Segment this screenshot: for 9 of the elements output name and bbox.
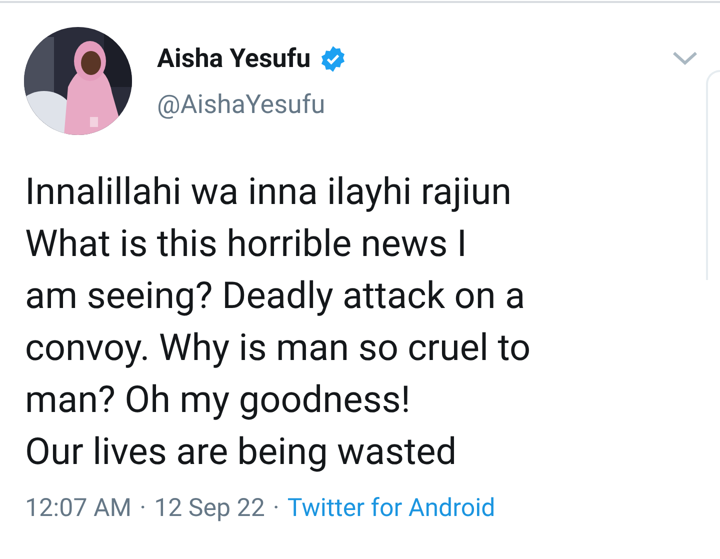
separator: ·	[140, 493, 146, 525]
author-name[interactable]: Aisha Yesufu	[157, 43, 311, 75]
separator: ·	[272, 493, 280, 525]
tweet-text: Innalillahi wa inna ilayhi rajiun What is this horrible news I am seeing? Deadly attack on a convoy. Why is man so cruel to man? Oh my goodness! Our lives are being wasted	[25, 170, 531, 476]
tweet-time: 12:07 AM	[25, 493, 132, 525]
chevron-icon[interactable]	[672, 50, 698, 66]
source-link[interactable]: Twitter for Android	[287, 493, 496, 525]
tweet-date: 12 Sep 22	[154, 493, 265, 525]
author-handle[interactable]: @AishaYesufu	[157, 89, 347, 121]
